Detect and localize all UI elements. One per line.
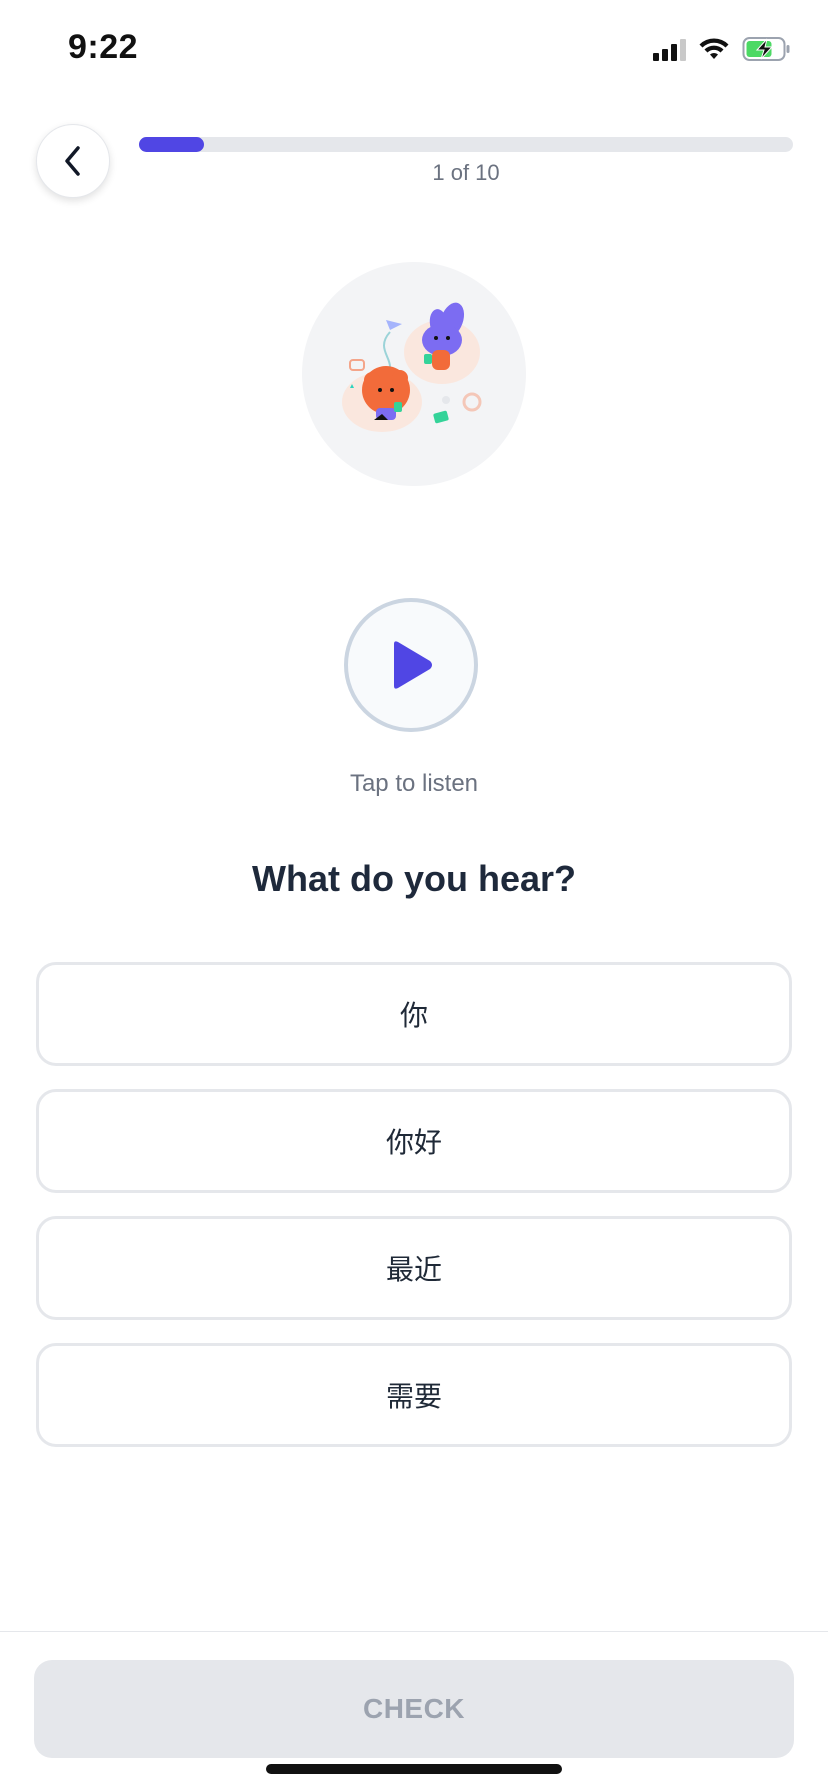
answer-option[interactable]: 最近 (36, 1216, 792, 1320)
progress-bar (139, 137, 793, 152)
cellular-signal-icon (653, 37, 686, 61)
answer-option[interactable]: 你好 (36, 1089, 792, 1193)
check-button[interactable]: CHECK (34, 1660, 794, 1758)
play-audio-button[interactable] (344, 598, 478, 732)
answer-options: 你 你好 最近 需要 (36, 962, 792, 1470)
answer-option[interactable]: 需要 (36, 1343, 792, 1447)
tap-to-listen-label: Tap to listen (349, 770, 479, 797)
status-icons (653, 34, 792, 64)
footer-divider (0, 1631, 828, 1632)
progress-fill (139, 137, 205, 152)
play-icon (394, 641, 432, 689)
question-prompt: What do you hear? (252, 858, 576, 899)
answer-option[interactable]: 你 (36, 962, 792, 1066)
back-button[interactable] (36, 124, 110, 198)
wifi-icon (699, 38, 729, 59)
status-bar: 9:22 (0, 0, 828, 100)
progress-label: 1 of 10 (432, 160, 500, 185)
status-time: 9:22 (68, 28, 139, 66)
chevron-left-icon (65, 146, 80, 176)
lesson-illustration (302, 262, 526, 486)
home-indicator (266, 1764, 562, 1774)
battery-charging-icon (742, 37, 790, 61)
